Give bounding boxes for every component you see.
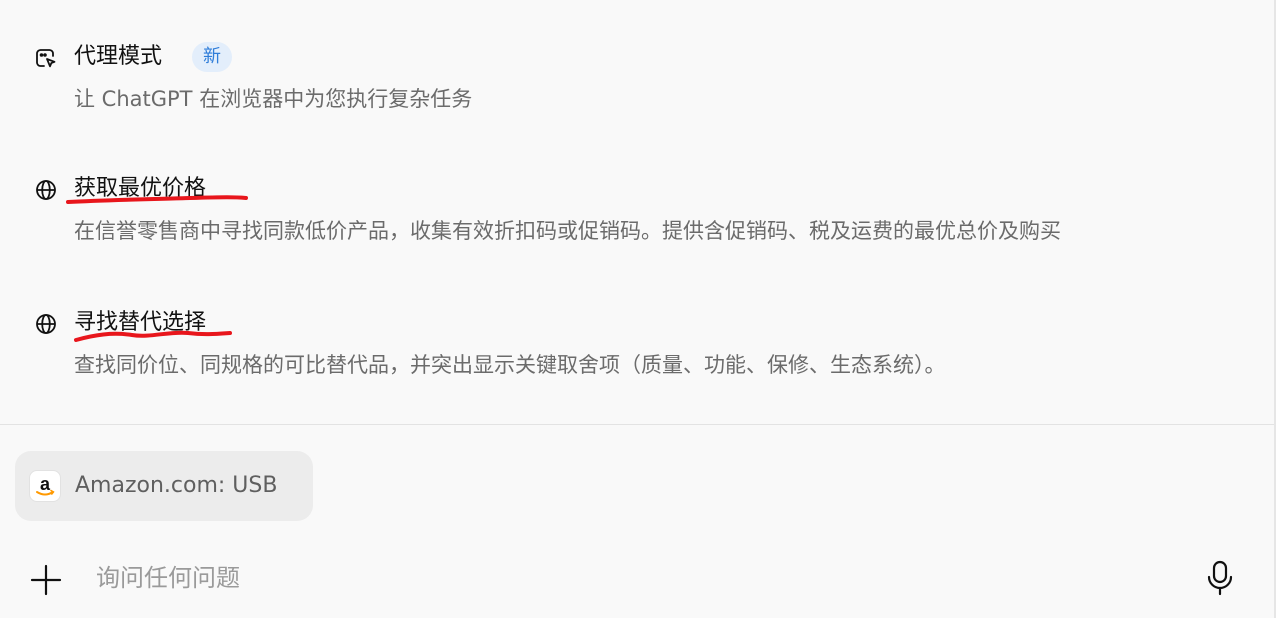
suggestion-description: 让 ChatGPT 在浏览器中为您执行复杂任务 xyxy=(74,87,473,111)
add-attachment-button[interactable] xyxy=(28,562,64,598)
voice-input-button[interactable] xyxy=(1203,558,1237,598)
prompt-input[interactable] xyxy=(96,558,1176,598)
chatgpt-sidebar-panel: 代理模式 新 让 ChatGPT 在浏览器中为您执行复杂任务 获取最优价格 在信… xyxy=(0,0,1276,618)
svg-text:a: a xyxy=(40,474,51,494)
context-chip-amazon[interactable]: a Amazon.com: USB xyxy=(15,451,313,521)
globe-icon xyxy=(34,178,58,202)
context-chip-label: Amazon.com: USB xyxy=(75,473,278,498)
suggestion-title: 代理模式 xyxy=(74,44,163,69)
suggestion-title: 获取最优价格 xyxy=(74,176,207,201)
suggestion-description: 查找同价位、同规格的可比替代品，并突出显示关键取舍项（质量、功能、保修、生态系统… xyxy=(74,353,946,377)
suggestion-title: 寻找替代选择 xyxy=(74,310,207,335)
globe-icon xyxy=(34,312,58,336)
suggestion-find-alternatives[interactable]: 寻找替代选择 查找同价位、同规格的可比替代品，并突出显示关键取舍项（质量、功能、… xyxy=(34,308,1264,377)
suggestion-description: 在信誉零售商中寻找同款低价产品，收集有效折扣码或促销码。提供含促销码、税及运费的… xyxy=(74,219,1061,243)
divider xyxy=(0,424,1274,425)
amazon-logo-icon: a xyxy=(29,470,61,502)
agent-mode-icon xyxy=(34,46,58,70)
new-badge: 新 xyxy=(192,42,232,72)
suggestion-best-price[interactable]: 获取最优价格 在信誉零售商中寻找同款低价产品，收集有效折扣码或促销码。提供含促销… xyxy=(34,174,1264,243)
microphone-icon xyxy=(1207,560,1233,596)
suggestion-agent-mode[interactable]: 代理模式 新 让 ChatGPT 在浏览器中为您执行复杂任务 xyxy=(34,42,1264,111)
plus-icon xyxy=(30,564,62,596)
